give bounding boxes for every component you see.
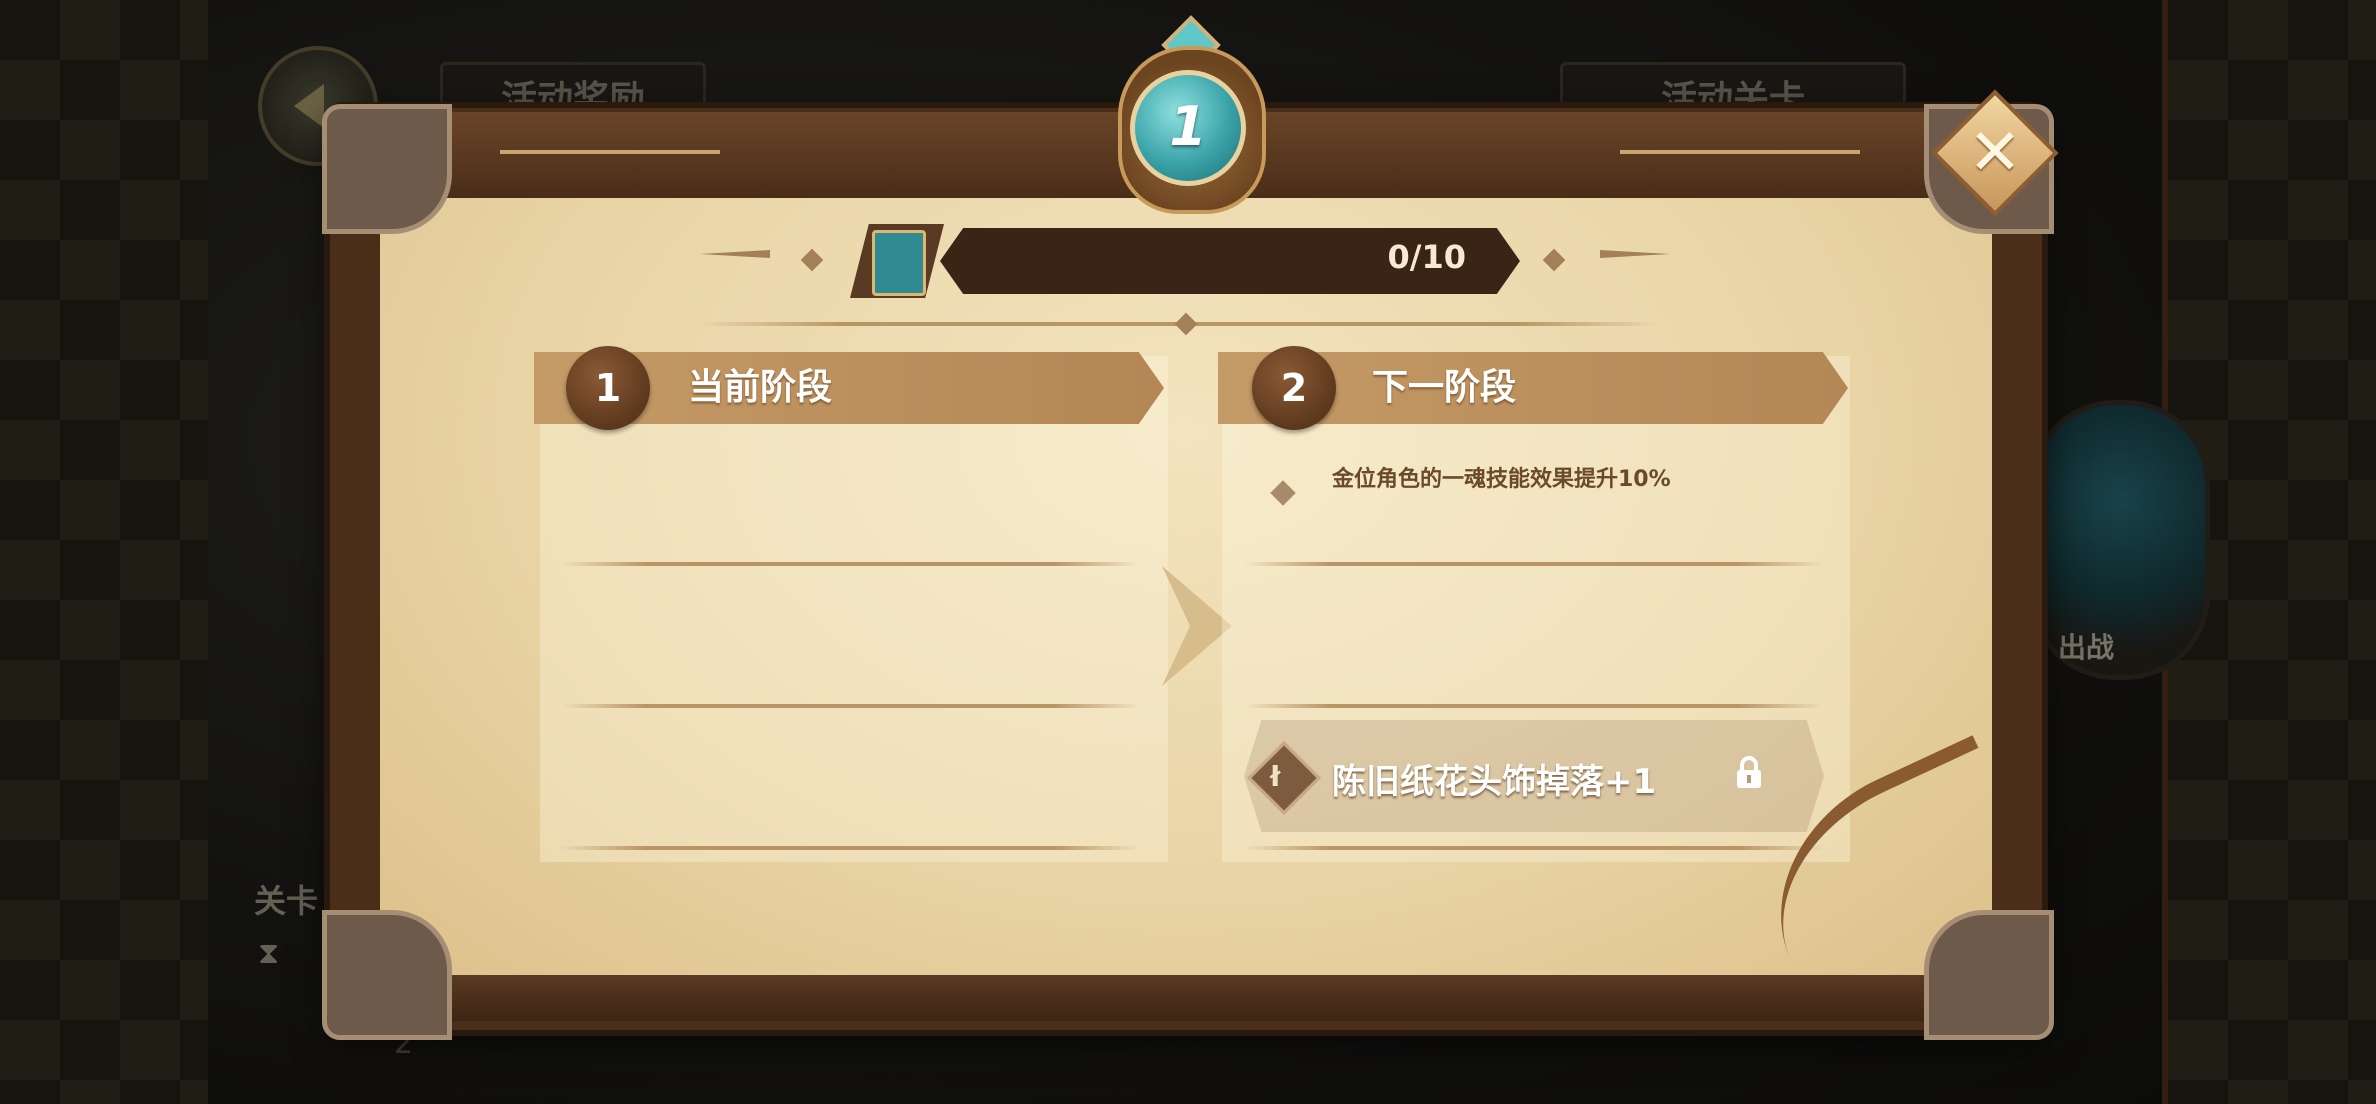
next-divider-2 <box>1244 704 1824 708</box>
current-divider-1 <box>560 562 1140 566</box>
current-divider-3 <box>560 846 1140 850</box>
frame-bottom-bar <box>430 975 1950 1021</box>
progress-text: 0/10 <box>1387 238 1466 276</box>
top-ornament-right <box>1620 150 1860 154</box>
current-stage-title: 当前阶段 <box>688 367 833 408</box>
current-stage-number: 1 <box>566 346 650 430</box>
next-divider-3 <box>1244 846 1824 850</box>
close-icon[interactable]: ✕ <box>1950 108 2040 198</box>
top-ornament-left <box>500 150 720 154</box>
reward-text: 陈旧纸花头饰掉落+1 <box>1332 762 1657 802</box>
lock-icon <box>1737 756 1761 788</box>
next-divider-1 <box>1244 562 1824 566</box>
current-stage-panel <box>540 356 1168 862</box>
progress-bar: 0/10 <box>850 224 1526 298</box>
next-stage-effect: 金位角色的一魂技能效果提升10% <box>1332 467 1671 492</box>
feather-icon: ł <box>1270 760 1281 793</box>
book-icon <box>872 230 926 296</box>
next-stage-number: 2 <box>1252 346 1336 430</box>
level-badge: 1 <box>1130 70 1246 186</box>
current-divider-2 <box>560 704 1140 708</box>
frame-corner-bottom-left <box>322 910 452 1040</box>
frame-corner-top-left <box>322 104 452 234</box>
next-stage-title: 下一阶段 <box>1372 367 1517 408</box>
